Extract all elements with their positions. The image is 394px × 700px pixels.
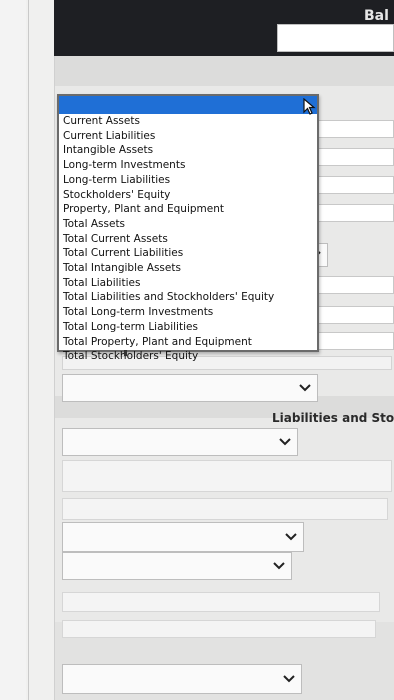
dropdown-option[interactable]: Total Current Assets xyxy=(63,232,274,247)
header-input[interactable] xyxy=(277,24,394,52)
divider xyxy=(28,0,29,700)
text-caret xyxy=(124,350,127,356)
dropdown-option[interactable]: Total Long-term Liabilities xyxy=(63,320,274,335)
section-band xyxy=(55,56,394,86)
dropdown-option[interactable]: Stockholders' Equity xyxy=(63,188,274,203)
dropdown-option[interactable]: Total Intangible Assets xyxy=(63,261,274,276)
chevron-down-icon xyxy=(299,384,311,392)
chevron-down-icon xyxy=(273,562,285,570)
dropdown-option[interactable]: Property, Plant and Equipment xyxy=(63,202,274,217)
account-select[interactable] xyxy=(62,428,298,456)
dropdown-option[interactable]: Total Stockholders' Equity xyxy=(63,349,274,364)
chevron-down-icon xyxy=(279,438,291,446)
dropdown-option[interactable]: Current Liabilities xyxy=(63,129,274,144)
dropdown-option[interactable]: Total Current Liabilities xyxy=(63,246,274,261)
dropdown-option[interactable]: Long-term Investments xyxy=(63,158,274,173)
account-select[interactable] xyxy=(62,374,318,402)
dropdown-options: Current Assets Current Liabilities Intan… xyxy=(63,114,274,364)
chevron-down-icon xyxy=(285,533,297,541)
amount-field[interactable] xyxy=(62,592,380,612)
amount-field[interactable] xyxy=(62,498,388,520)
page-title: Bal xyxy=(364,8,389,24)
account-dropdown-list[interactable]: Current Assets Current Liabilities Intan… xyxy=(57,94,319,362)
account-select[interactable] xyxy=(62,552,292,580)
dropdown-option[interactable]: Current Assets xyxy=(63,114,274,129)
dropdown-option[interactable]: Total Long-term Investments xyxy=(63,305,274,320)
account-select[interactable] xyxy=(62,664,302,694)
mouse-pointer-icon xyxy=(303,97,317,120)
dropdown-option[interactable]: Total Property, Plant and Equipment xyxy=(63,335,274,350)
dropdown-option[interactable]: Long-term Liabilities xyxy=(63,173,274,188)
dropdown-option[interactable]: Total Liabilities and Stockholders' Equi… xyxy=(63,290,274,305)
amount-field[interactable] xyxy=(62,620,376,638)
dropdown-option[interactable]: Total Liabilities xyxy=(63,276,274,291)
account-select[interactable] xyxy=(62,522,304,552)
dropdown-option[interactable]: Intangible Assets xyxy=(63,143,274,158)
amount-field[interactable] xyxy=(62,460,392,492)
dropdown-option[interactable]: Total Assets xyxy=(63,217,274,232)
dropdown-selected-option[interactable] xyxy=(59,96,317,114)
liabilities-section-title: Liabilities and Stock xyxy=(272,411,394,425)
chevron-down-icon xyxy=(283,675,295,683)
page-margin xyxy=(0,0,26,700)
